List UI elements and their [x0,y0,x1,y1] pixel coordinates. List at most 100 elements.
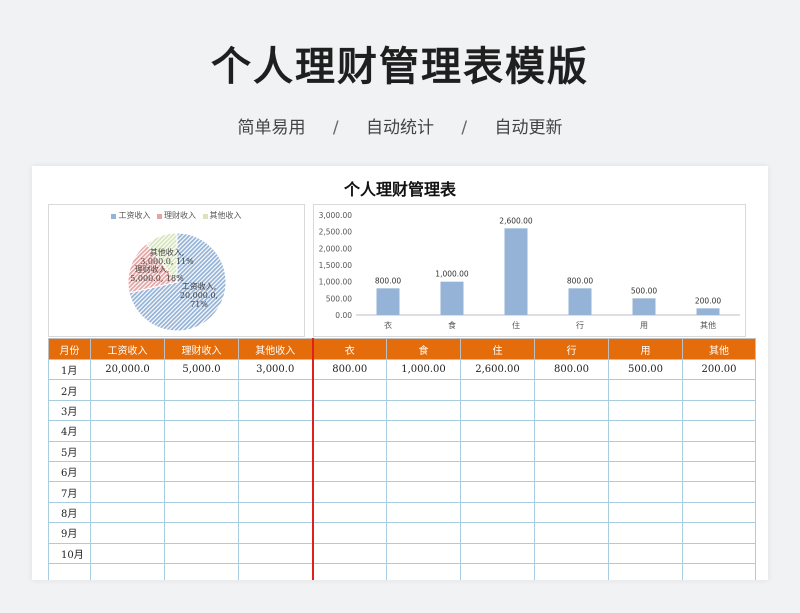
table-cell[interactable] [238,542,314,564]
month-cell[interactable] [48,562,91,580]
table-cell[interactable] [460,522,535,544]
table-cell[interactable] [238,481,314,503]
table-cell[interactable] [682,440,756,462]
table-cell[interactable] [164,562,239,580]
table-cell[interactable] [164,501,239,524]
table-cell[interactable] [164,522,239,544]
month-cell[interactable]: 4月 [48,420,91,442]
table-cell[interactable] [608,440,683,462]
table-cell[interactable] [164,542,239,564]
column-header[interactable]: 工资收入 [90,338,165,360]
table-cell[interactable] [682,379,756,401]
table-cell[interactable] [608,379,683,401]
column-header[interactable]: 理财收入 [164,338,239,360]
table-cell[interactable] [164,460,239,483]
month-cell[interactable]: 10月 [48,542,91,564]
month-cell[interactable]: 3月 [48,399,91,422]
table-cell[interactable] [534,440,609,462]
table-cell[interactable] [312,542,387,564]
table-cell[interactable] [534,481,609,503]
table-cell[interactable] [534,501,609,524]
table-cell[interactable] [312,481,387,503]
table-cell[interactable] [238,460,314,483]
column-header[interactable]: 其他收入 [238,338,314,360]
table-cell[interactable] [238,379,314,401]
table-cell[interactable] [608,481,683,503]
table-cell[interactable] [386,420,461,442]
table-cell[interactable] [460,420,535,442]
table-cell[interactable] [682,399,756,422]
income-pie-chart[interactable]: 工资收入 理财收入 其他收入 工资收入, 20,000.0, 71% 理财收入, 5,0… [48,204,305,337]
table-cell[interactable] [312,440,387,462]
table-cell[interactable] [682,542,756,564]
column-header[interactable]: 衣 [312,338,387,360]
table-cell[interactable] [682,522,756,544]
table-cell[interactable] [608,501,683,524]
table-cell[interactable] [164,420,239,442]
table-cell[interactable] [312,562,387,580]
table-cell[interactable] [682,481,756,503]
table-cell[interactable] [460,399,535,422]
column-header[interactable]: 其他 [682,338,756,360]
month-cell[interactable]: 2月 [48,379,91,401]
table-cell[interactable]: 20,000.0 [90,358,165,381]
table-cell[interactable] [164,440,239,462]
month-cell[interactable]: 6月 [48,460,91,483]
table-cell[interactable] [460,501,535,524]
column-header[interactable]: 食 [386,338,461,360]
table-cell[interactable] [238,522,314,544]
table-cell[interactable] [312,522,387,544]
table-cell[interactable] [90,420,165,442]
table-cell[interactable] [386,379,461,401]
table-cell[interactable] [608,460,683,483]
table-cell[interactable] [312,420,387,442]
table-cell[interactable] [534,399,609,422]
table-cell[interactable] [460,481,535,503]
column-header[interactable]: 住 [460,338,535,360]
table-cell[interactable] [608,562,683,580]
table-cell[interactable] [608,542,683,564]
table-cell[interactable] [90,481,165,503]
table-cell[interactable] [312,501,387,524]
table-cell[interactable] [386,522,461,544]
expense-bar-chart[interactable]: 0.00 500.00 1,000.00 1,500.00 2,000.00 2,500.… [313,204,746,337]
table-cell[interactable] [386,399,461,422]
table-cell[interactable] [608,522,683,544]
table-cell[interactable] [460,460,535,483]
table-cell[interactable] [90,460,165,483]
month-cell[interactable]: 8月 [48,501,91,524]
table-cell[interactable] [90,522,165,544]
table-cell[interactable] [238,501,314,524]
month-cell[interactable]: 7月 [48,481,91,503]
table-cell[interactable] [608,399,683,422]
table-cell[interactable] [386,562,461,580]
table-cell[interactable] [386,440,461,462]
table-cell[interactable] [534,379,609,401]
table-cell[interactable] [90,501,165,524]
table-cell[interactable] [90,440,165,462]
table-cell[interactable] [238,399,314,422]
table-cell[interactable] [238,440,314,462]
table-cell[interactable] [534,460,609,483]
table-cell[interactable] [312,379,387,401]
table-cell[interactable] [90,542,165,564]
table-cell[interactable] [460,440,535,462]
table-cell[interactable] [682,562,756,580]
table-cell[interactable] [386,542,461,564]
column-header[interactable]: 行 [534,338,609,360]
table-cell[interactable] [386,460,461,483]
table-cell[interactable]: 800.00 [312,358,387,381]
month-cell[interactable]: 9月 [48,522,91,544]
column-header[interactable]: 用 [608,338,683,360]
table-cell[interactable]: 500.00 [608,358,683,381]
table-cell[interactable]: 1,000.00 [386,358,461,381]
table-cell[interactable] [312,460,387,483]
table-cell[interactable] [312,399,387,422]
table-cell[interactable] [460,562,535,580]
table-cell[interactable] [386,501,461,524]
table-cell[interactable] [164,379,239,401]
table-cell[interactable] [534,420,609,442]
table-cell[interactable] [534,542,609,564]
table-cell[interactable] [386,481,461,503]
table-cell[interactable]: 5,000.0 [164,358,239,381]
